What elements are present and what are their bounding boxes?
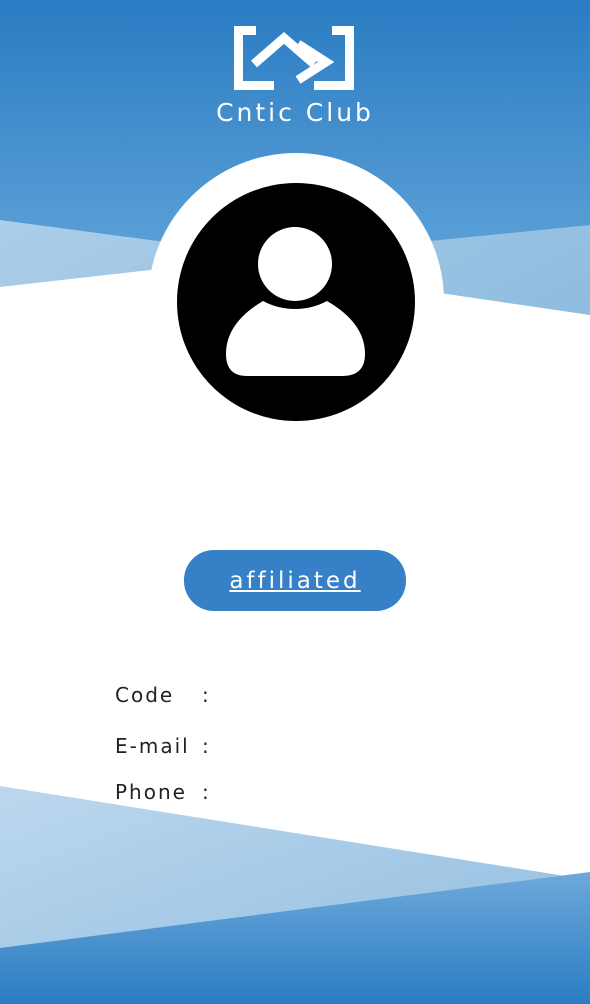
phone-separator: : <box>202 780 209 804</box>
user-avatar-icon <box>177 183 415 421</box>
email-label: E-mail <box>115 734 190 758</box>
affiliated-status-button[interactable]: affiliated <box>184 550 406 611</box>
cntic-logo-icon <box>234 26 354 90</box>
club-name: Cntic Club <box>216 98 374 127</box>
code-separator: : <box>202 683 209 707</box>
background-graphic <box>0 0 590 1004</box>
code-label: Code <box>115 683 175 707</box>
phone-label: Phone <box>115 780 187 804</box>
email-separator: : <box>202 734 209 758</box>
